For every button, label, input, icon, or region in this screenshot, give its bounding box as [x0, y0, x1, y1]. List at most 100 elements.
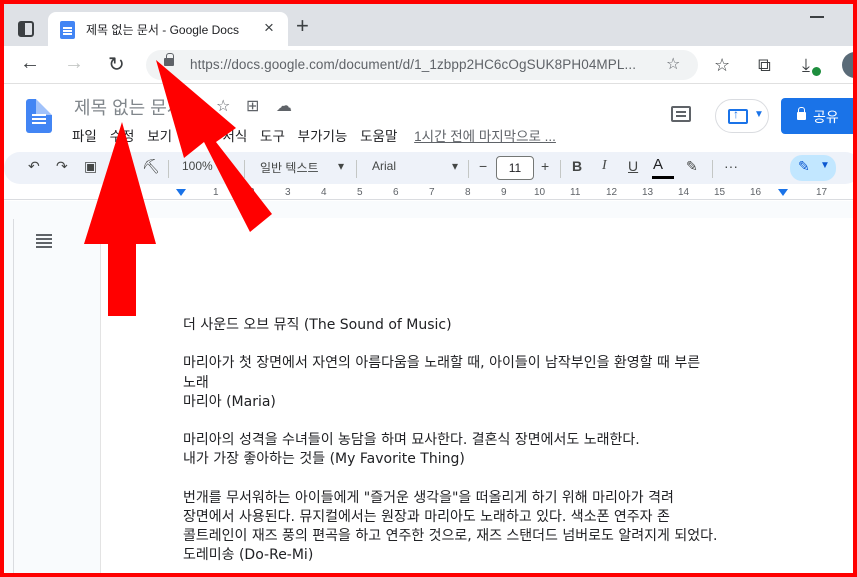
horizontal-ruler[interactable]: 1 2 3 4 5 6 7 8 9 10 11 12 13 14 15 16 1…: [4, 186, 853, 200]
comment-history-icon[interactable]: [671, 106, 691, 122]
menu-format[interactable]: 서식: [222, 129, 247, 144]
ruler-number: 4: [321, 187, 327, 198]
document-line[interactable]: 노래: [183, 372, 209, 392]
present-button[interactable]: ▼: [715, 99, 769, 133]
ruler-number: 8: [465, 187, 471, 198]
chevron-down-icon[interactable]: ▾: [338, 159, 344, 173]
menu-view[interactable]: 보기: [147, 129, 172, 144]
favorites-icon[interactable]: ☆: [714, 55, 730, 76]
more-options-button[interactable]: ···: [724, 158, 738, 174]
ruler-number: 12: [606, 187, 618, 198]
cloud-saved-icon: ☁: [276, 98, 292, 115]
toolbar-divider: [560, 160, 561, 178]
zoom-select[interactable]: 100%: [182, 159, 213, 173]
ruler-number: 9: [501, 187, 507, 198]
browser-tab[interactable]: 제목 없는 문서 - Google Docs ×: [48, 12, 288, 46]
highlight-icon[interactable]: ✎: [686, 158, 698, 175]
decrease-font-size-button[interactable]: −: [479, 158, 487, 174]
ruler-number: 14: [678, 187, 690, 198]
profile-avatar-icon[interactable]: [842, 52, 853, 78]
menu-insert[interactable]: 삽입: [185, 129, 210, 144]
chevron-down-icon[interactable]: ▾: [452, 159, 458, 173]
spellcheck-icon[interactable]: ✓: [112, 158, 124, 175]
ruler-number: 6: [393, 187, 399, 198]
document-line[interactable]: 마리아가 첫 장면에서 자연의 아름다움을 노래할 때, 아이들이 남작부인을 …: [183, 352, 700, 372]
ruler-number: 2: [249, 187, 255, 198]
paragraph-style-select[interactable]: 일반 텍스트: [260, 159, 319, 176]
document-line[interactable]: 번개를 무서워하는 아이들에게 "즐거운 생각을"을 떠올리게 하기 위해 마리…: [183, 487, 674, 507]
move-folder-icon[interactable]: ⊞: [246, 96, 259, 116]
docs-menu-bar: 파일 수정 보기 삽입 서식 도구 부가기능 도움말 1시간 전에 마지막으로 …: [72, 125, 565, 145]
font-select[interactable]: Arial: [372, 159, 396, 173]
ruler-number: 15: [714, 187, 726, 198]
last-edit-link[interactable]: 1시간 전에 마지막으로 ...: [414, 129, 556, 144]
toolbar-divider: [356, 160, 357, 178]
document-line[interactable]: 마리아 (Maria): [183, 391, 276, 411]
editing-mode-button[interactable]: ✎ ▼: [790, 155, 836, 181]
address-bar: ← → ↻ https://docs.google.com/document/d…: [4, 46, 853, 84]
share-button[interactable]: 공유: [781, 98, 853, 134]
undo-icon[interactable]: ↶: [28, 158, 40, 175]
star-icon[interactable]: ☆: [216, 96, 230, 116]
url-text[interactable]: https://docs.google.com/document/d/1_1zb…: [190, 57, 636, 72]
downloads-icon[interactable]: ⤓: [802, 55, 810, 76]
minimize-icon[interactable]: [810, 16, 824, 18]
vertical-ruler[interactable]: [8, 219, 14, 573]
menu-edit[interactable]: 수정: [110, 129, 135, 144]
docs-logo-icon[interactable]: [26, 99, 52, 133]
lock-icon: [797, 107, 806, 120]
italic-button[interactable]: I: [602, 158, 607, 174]
ruler-number: 11: [570, 187, 581, 198]
ruler-number: 1: [213, 187, 219, 198]
bold-button[interactable]: B: [572, 158, 582, 174]
print-icon[interactable]: ▣: [84, 158, 97, 175]
chevron-down-icon[interactable]: ▾: [226, 159, 232, 173]
tab-actions-icon[interactable]: [18, 21, 34, 37]
menu-file[interactable]: 파일: [72, 129, 97, 144]
formatting-toolbar: ↶ ↷ ▣ ✓ ⛏ 100% ▾ 일반 텍스트 ▾ Arial ▾ − 11 +…: [4, 152, 853, 184]
forward-arrow-icon[interactable]: →: [64, 52, 84, 75]
ruler-number: 17: [816, 187, 828, 198]
ruler-number: 10: [534, 187, 546, 198]
tab-close-icon[interactable]: ×: [264, 18, 274, 38]
document-line[interactable]: 내가 가장 좋아하는 것들 (My Favorite Thing): [183, 448, 465, 468]
chevron-down-icon[interactable]: ▼: [754, 109, 764, 120]
new-tab-button[interactable]: +: [296, 13, 309, 39]
download-complete-badge: [812, 67, 821, 76]
paint-format-icon[interactable]: ⛏: [142, 158, 160, 175]
document-line[interactable]: 더 사운드 오브 뮤직 (The Sound of Music): [183, 314, 452, 334]
tab-strip: 제목 없는 문서 - Google Docs × +: [4, 4, 853, 46]
redo-icon[interactable]: ↷: [56, 158, 68, 175]
ruler-number: 13: [642, 187, 654, 198]
menu-addons[interactable]: 부가기능: [298, 129, 348, 144]
reload-icon[interactable]: ↻: [108, 52, 125, 77]
document-outline-icon[interactable]: [36, 234, 52, 248]
left-indent-marker[interactable]: [176, 189, 186, 196]
pencil-icon: ✎: [798, 158, 810, 174]
chevron-down-icon: ▼: [820, 160, 830, 171]
add-favorite-icon[interactable]: ☆: [666, 54, 680, 74]
font-size-input[interactable]: 11: [496, 156, 534, 180]
lock-icon[interactable]: [164, 53, 174, 66]
document-line[interactable]: 마리아의 성격을 수녀들이 농담을 하며 묘사한다. 결혼식 장면에서도 노래한…: [183, 429, 640, 449]
toolbar-divider: [168, 160, 169, 178]
ruler-number: 7: [429, 187, 435, 198]
right-indent-marker[interactable]: [778, 189, 788, 196]
increase-font-size-button[interactable]: +: [541, 158, 549, 174]
ruler-number: 3: [285, 187, 291, 198]
collections-icon[interactable]: ⧉: [758, 55, 771, 76]
text-color-button[interactable]: A: [651, 156, 675, 179]
document-title[interactable]: 제목 없는 문서: [74, 94, 183, 120]
menu-tools[interactable]: 도구: [260, 129, 285, 144]
toolbar-divider: [712, 160, 713, 178]
back-arrow-icon[interactable]: ←: [20, 52, 40, 75]
docs-favicon-icon: [60, 21, 75, 39]
screenshot-frame: 제목 없는 문서 - Google Docs × + ← → ↻ https:/…: [0, 0, 857, 577]
underline-button[interactable]: U: [628, 158, 638, 174]
document-line[interactable]: 콜트레인이 재즈 풍의 편곡을 하고 연주한 것으로, 재즈 스탠더드 넘버로도…: [183, 525, 717, 545]
ruler-number: 16: [750, 187, 762, 198]
document-line[interactable]: 장면에서 사용된다. 뮤지컬에서는 원장과 마리아도 노래하고 있다. 색소폰 …: [183, 506, 670, 526]
menu-help[interactable]: 도움말: [360, 129, 397, 144]
document-line[interactable]: 도레미송 (Do-Re-Mi): [183, 544, 313, 564]
omnibox[interactable]: https://docs.google.com/document/d/1_1zb…: [146, 50, 698, 80]
